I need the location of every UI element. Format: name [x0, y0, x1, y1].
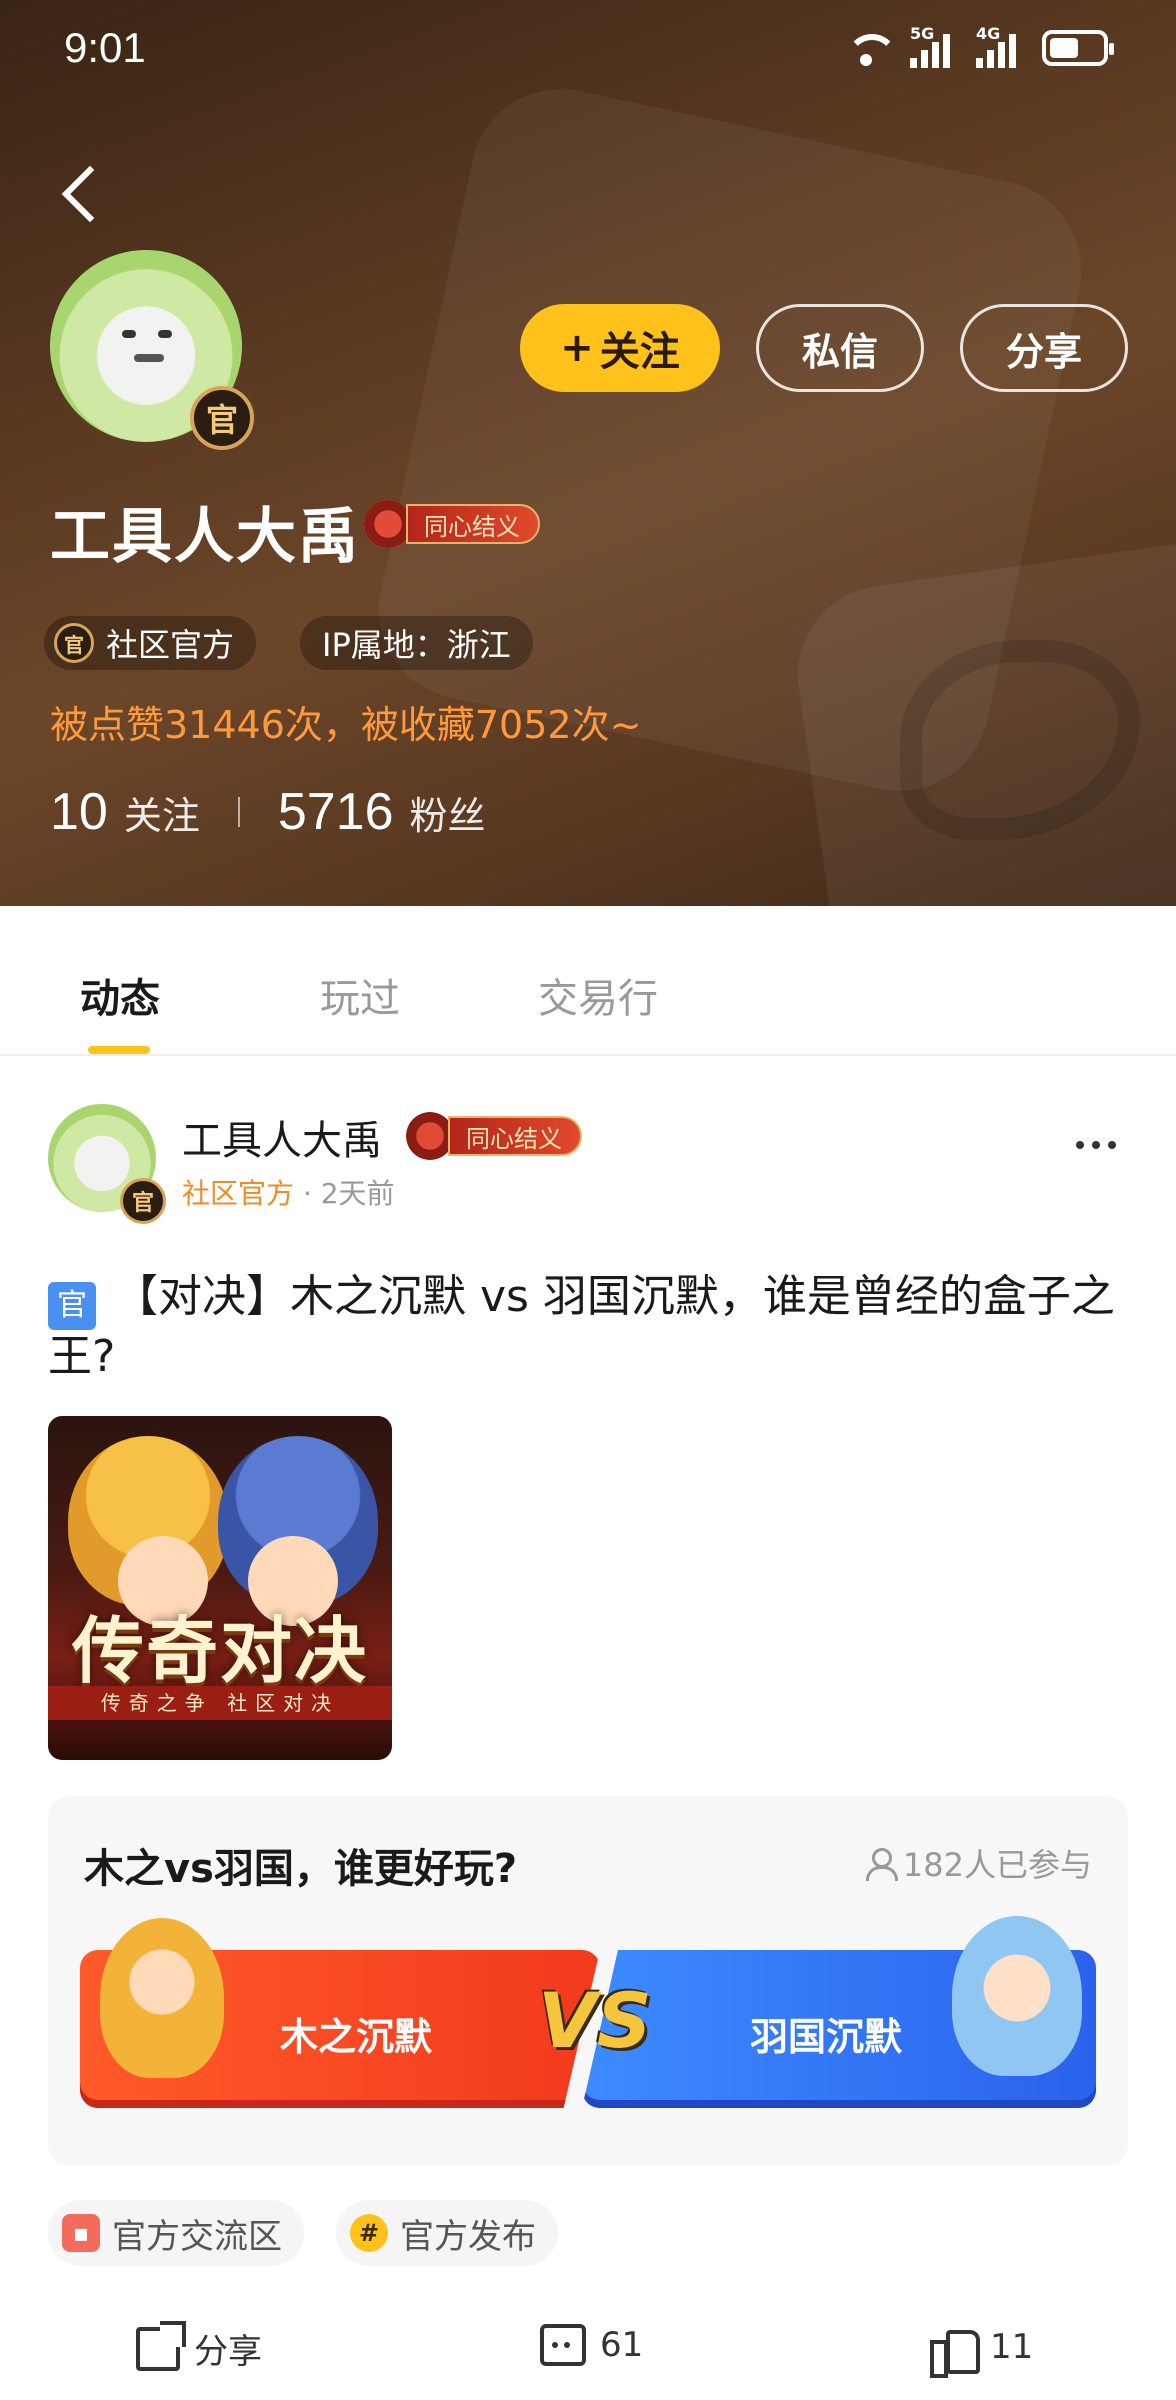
community-icon: ▪	[62, 2214, 100, 2252]
vote-participants: 182人已参与	[865, 1840, 1092, 1886]
status-time: 9:01	[64, 24, 146, 71]
message-button[interactable]: 私信	[756, 304, 924, 392]
post-image[interactable]: 传奇对决 传奇之争 社区对决	[48, 1416, 392, 1760]
likes-summary: 被点赞31446次，被收藏7052次~	[50, 703, 642, 747]
image-headline: 传奇对决	[71, 1608, 368, 1693]
post-actions: 分享 61 11	[0, 2310, 1176, 2390]
official-tag-icon: 官	[48, 1282, 96, 1330]
signal-5g-icon: 5G	[910, 24, 954, 68]
following-label[interactable]: 关注	[124, 785, 200, 840]
topic-tag[interactable]: ▪ 官方交流区	[48, 2200, 304, 2266]
wifi-icon	[844, 28, 898, 68]
comment-button[interactable]: 61	[540, 2324, 643, 2366]
share-button[interactable]: 分享	[960, 304, 1128, 392]
fans-label[interactable]: 粉丝	[410, 785, 486, 840]
character-right-image	[952, 1916, 1082, 2076]
following-count[interactable]: 10	[50, 782, 108, 842]
profile-name: 工具人大禹	[50, 502, 360, 572]
tab-played[interactable]: 玩过	[320, 966, 400, 1024]
post-avatar[interactable]: 官	[48, 1104, 166, 1224]
post-time: · 2天前	[302, 1177, 395, 1210]
vs-icon: VS	[538, 1976, 652, 2065]
medal-icon	[406, 1112, 454, 1160]
topic-tag[interactable]: # 官方发布	[336, 2200, 558, 2266]
signal-4g-icon: 4G	[976, 24, 1020, 68]
medal-badge[interactable]: 同心结义	[364, 500, 540, 548]
tab-activity[interactable]: 动态	[80, 966, 160, 1024]
thumbs-up-icon	[930, 2324, 980, 2378]
tab-trade[interactable]: 交易行	[538, 966, 658, 1024]
official-badge-icon: 官	[54, 623, 94, 663]
follow-stats: 10 关注 5716 粉丝	[50, 782, 486, 842]
post-meta: 社区官方 · 2天前	[182, 1172, 395, 1212]
image-band: 传奇之争 社区对决	[48, 1686, 392, 1720]
battery-icon	[1042, 30, 1114, 66]
post-author-name[interactable]: 工具人大禹	[182, 1108, 382, 1166]
plus-icon: +	[560, 325, 594, 371]
avatar[interactable]: 官	[50, 250, 254, 450]
tab-indicator	[88, 1046, 150, 1054]
ip-location-chip: IP属地：浙江	[300, 616, 533, 670]
official-label: 社区官方	[182, 1177, 295, 1210]
fans-count[interactable]: 5716	[278, 782, 394, 842]
official-badge-icon: 官	[120, 1178, 166, 1224]
like-button[interactable]: 11	[930, 2324, 1033, 2378]
medal-badge[interactable]: 同心结义	[406, 1112, 582, 1160]
comment-icon	[540, 2324, 586, 2366]
medal-icon	[364, 500, 412, 548]
more-options-icon[interactable]	[1066, 1130, 1126, 1160]
post-title[interactable]: 官【对决】木之沉默 vs 羽国沉默，谁是曾经的盒子之王?	[48, 1270, 1138, 1384]
vote-card: 木之vs羽国，谁更好玩? 182人已参与 木之沉默 羽国沉默 VS	[48, 1796, 1128, 2166]
profile-tabs: 动态 玩过 交易行	[0, 906, 1176, 1056]
official-chip: 官 社区官方	[44, 616, 257, 670]
hashtag-icon: #	[350, 2214, 388, 2252]
character-left-image	[100, 1918, 224, 2078]
share-icon	[136, 2320, 186, 2371]
status-bar: 9:01 5G 4G	[0, 0, 1176, 100]
user-icon	[865, 1848, 898, 1881]
back-arrow-icon[interactable]	[56, 160, 116, 230]
divider	[237, 797, 240, 827]
profile-header: 9:01 5G 4G 官 + 关注 私信 分享 工具人大禹 同心结义 官 社区官…	[0, 0, 1176, 906]
post-share-button[interactable]: 分享	[136, 2320, 262, 2373]
vote-question: 木之vs羽国，谁更好玩?	[84, 1846, 518, 1892]
follow-button[interactable]: + 关注	[520, 304, 720, 392]
official-badge-icon: 官	[190, 386, 254, 450]
